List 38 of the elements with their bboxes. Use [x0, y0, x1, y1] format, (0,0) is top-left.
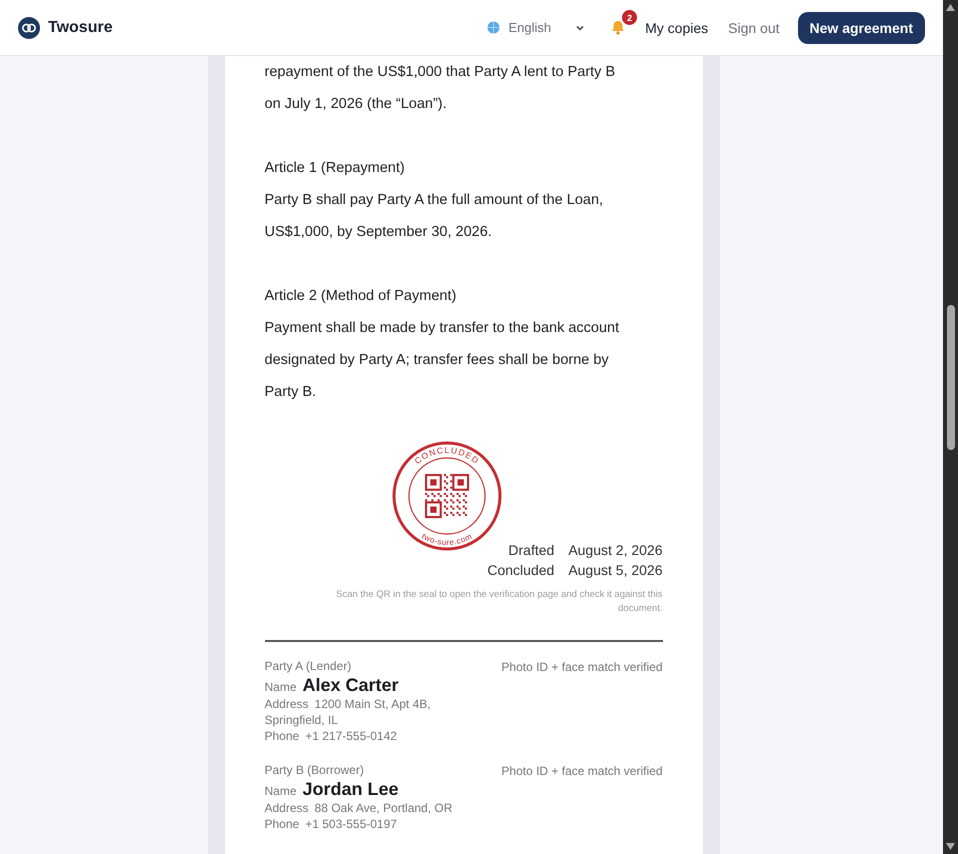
party-address: Address 1200 Main St, Apt 4B, Springfield, IL: [264, 696, 432, 728]
article-text: Party B shall pay Party A the full amount of the Loan, US$1,000, by September 30, 2026.: [264, 191, 604, 242]
scroll-down-icon[interactable]: [946, 843, 955, 850]
scroll-up-icon[interactable]: [946, 4, 955, 11]
logo-icon: [18, 16, 40, 38]
scrollbar[interactable]: [943, 0, 958, 854]
bell-icon: [611, 20, 626, 35]
article-title: Article 2 (Method of Payment): [264, 287, 458, 306]
date-value: August 2, 2026: [568, 542, 662, 558]
verification-note: Scan the QR in the seal to open the verification page and check it against this document.: [335, 588, 662, 616]
article-text: Payment shall be made by transfer to the bank account designated by Party A; transfer fees shall be borne by Party B.: [264, 319, 620, 402]
field-label: Phone: [264, 729, 300, 743]
notifications-button[interactable]: 2: [609, 10, 638, 37]
nav-link[interactable]: My copies: [643, 16, 710, 40]
date-value: August 5, 2026: [568, 562, 662, 578]
party-phone: +1 503-555-0197: [305, 817, 397, 831]
globe-icon: [487, 21, 500, 34]
field-label: Name: [264, 680, 297, 694]
party-name: Alex Carter: [302, 675, 399, 695]
verification-status: Photo ID + face match verified: [501, 660, 662, 674]
party-role: Party B (Borrower): [264, 762, 365, 778]
intro-paragraph: repayment of the US$1,000 that Party A lent to Party B on July 1, 2026 (the “Loan”).: [264, 63, 616, 114]
field-label: Name: [264, 784, 297, 798]
brand-name: Twosure: [48, 18, 113, 36]
language-select[interactable]: English: [481, 16, 592, 39]
scrollbar-thumb[interactable]: [946, 304, 954, 450]
nav-link[interactable]: Sign out: [726, 16, 782, 40]
notification-count: 2: [622, 10, 638, 25]
party-name: Jordan Lee: [302, 779, 399, 799]
article-title: Article 1 (Repayment): [264, 159, 406, 178]
party-role: Party A (Lender): [264, 658, 352, 674]
party-phone: +1 217-555-0142: [305, 729, 397, 743]
party-address: Address 88 Oak Ave, Portland, OR: [264, 800, 454, 816]
new-agreement-button[interactable]: New agreement: [798, 12, 925, 44]
field-label: Phone: [264, 817, 300, 831]
verification-status: Photo ID + face match verified: [501, 764, 662, 778]
date-label: Drafted: [507, 542, 554, 558]
date-label: Concluded: [487, 562, 554, 578]
